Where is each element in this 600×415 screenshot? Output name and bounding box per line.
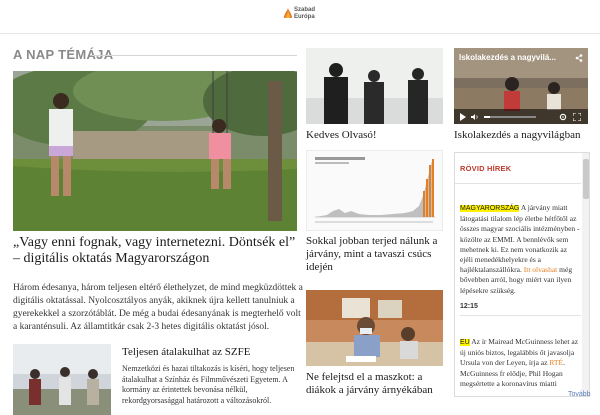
logo-text: Szabad Európa [294,7,316,20]
news-link[interactable]: Itt olvashat [524,265,558,274]
settings-icon[interactable] [559,113,567,121]
mask-students-image[interactable] [306,290,443,366]
video-caption[interactable]: Iskolakezdés a nagyvilágban [454,129,594,142]
video-controls [454,109,588,124]
news-link[interactable]: RTÉ [549,358,563,367]
news-item: MAGYARORSZÁG A járvány miatt látogatási … [460,203,580,295]
video-player[interactable]: Iskolakezdés a nagyvilá... [454,48,588,124]
news-scrollbar[interactable] [582,153,589,396]
hero-headline[interactable]: „Vagy enni fognak, vagy internetezni. Dö… [13,235,303,267]
hero-image[interactable] [13,71,297,231]
share-icon[interactable] [575,54,583,62]
top-bar: Szabad Európa [0,0,600,34]
pandemic-spread-headline[interactable]: Sokkal jobban terjed nálunk a járvány, m… [306,235,446,274]
news-item: EU Az ír Mairead McGuinness lehet az új … [460,337,579,388]
page-content: A NAP TÉMÁJA „Vagy enni fognak, vagy int… [0,34,600,415]
site-logo[interactable]: Szabad Európa [282,4,322,30]
news-divider [460,315,581,316]
news-tag[interactable]: MAGYARORSZÁG [460,205,520,212]
short-news-panel: RÖVID HÍREK MAGYARORSZÁG A járvány miatt… [454,152,590,397]
dear-reader-headline[interactable]: Kedves Olvasó! [306,129,446,142]
mask-students-headline[interactable]: Ne felejtsd el a maszkot: a diákok a jár… [306,371,446,397]
hero-summary: Három édesanya, három teljesen eltérő él… [13,283,303,332]
szfe-story-summary: Nemzetközi és hazai tiltakozás is kíséri… [122,364,295,405]
more-news-link[interactable]: Tovább [568,391,591,398]
news-tag[interactable]: EU [460,339,470,346]
news-timestamp: 12:15 [460,303,478,310]
dear-reader-image[interactable] [306,48,443,124]
covid-chart-image[interactable] [306,150,443,231]
video-title: Iskolakezdés a nagyvilá... [459,53,556,62]
flame-logo-icon [284,8,292,18]
section-divider [92,55,297,56]
fullscreen-icon[interactable] [573,113,581,121]
volume-icon[interactable] [471,113,479,121]
video-progress[interactable] [484,116,536,118]
play-icon[interactable] [459,113,467,121]
news-scroll-thumb[interactable] [583,159,589,199]
short-news-header: RÖVID HÍREK [460,164,512,173]
szfe-story-image[interactable] [13,344,111,415]
szfe-story-headline[interactable]: Teljesen átalakulhat az SZFE [122,346,302,359]
short-news-divider [455,183,581,184]
